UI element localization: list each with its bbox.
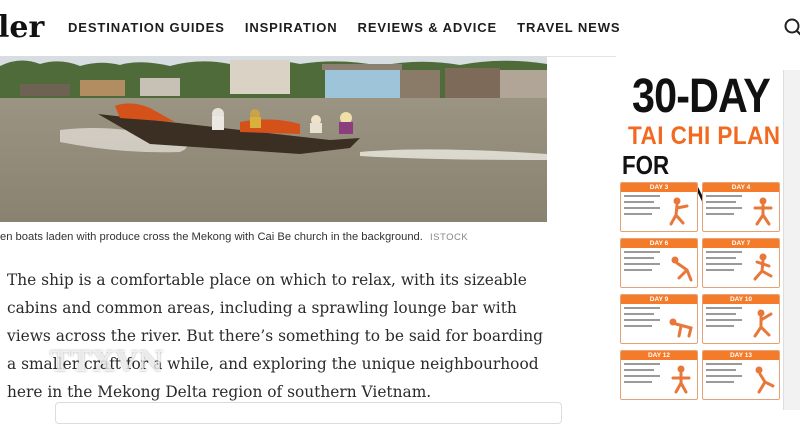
exercise-figure-icon: [669, 197, 689, 226]
photo-credit: ISTOCK: [430, 232, 469, 243]
nav-reviews-advice[interactable]: REVIEWS & ADVICE: [358, 20, 498, 35]
exercise-figure-icon: [669, 318, 693, 338]
nav-destination-guides[interactable]: DESTINATION GUIDES: [68, 20, 225, 35]
nav-inspiration[interactable]: INSPIRATION: [245, 20, 338, 35]
day-label: DAY 12: [621, 351, 697, 360]
article-photo: [0, 56, 547, 222]
day-card[interactable]: DAY 9: [620, 294, 698, 344]
photo-caption: en boats laden with produce cross the Me…: [0, 231, 540, 243]
site-header: ler DESTINATION GUIDES INSPIRATION REVIE…: [0, 0, 800, 57]
main-nav: DESTINATION GUIDES INSPIRATION REVIEWS &…: [68, 20, 640, 35]
day-card[interactable]: DAY 7: [702, 238, 780, 288]
ad-title-line2[interactable]: TAI CHI PLAN: [628, 122, 780, 151]
day-label: DAY 4: [703, 183, 779, 192]
search-icon[interactable]: [783, 17, 800, 39]
embedded-card: [55, 402, 562, 424]
nav-travel-news[interactable]: TRAVEL NEWS: [517, 20, 620, 35]
day-card[interactable]: DAY 4: [702, 182, 780, 232]
day-label: DAY 3: [621, 183, 697, 192]
exercise-figure-icon: [753, 253, 773, 281]
ad-title-line1[interactable]: 30-DAY: [632, 72, 771, 122]
adjacent-ad-strip: [783, 70, 800, 410]
day-card[interactable]: DAY 12: [620, 350, 698, 400]
caption-text: en boats laden with produce cross the Me…: [0, 231, 423, 243]
site-logo[interactable]: ler: [0, 10, 44, 45]
exercise-figure-icon: [671, 256, 693, 282]
day-card[interactable]: DAY 6: [620, 238, 698, 288]
day-label: DAY 6: [621, 239, 697, 248]
ad-day-grid: DAY 3 DAY 4 DAY 6 DAY 7 DAY 9 DAY 10 DAY…: [620, 182, 785, 400]
day-label: DAY 13: [703, 351, 779, 360]
day-card[interactable]: DAY 10: [702, 294, 780, 344]
watermark: TTXVN: [50, 345, 165, 378]
exercise-figure-icon: [753, 197, 773, 226]
day-card[interactable]: DAY 13: [702, 350, 780, 400]
day-card[interactable]: DAY 3: [620, 182, 698, 232]
exercise-figure-icon: [753, 309, 773, 338]
day-label: DAY 7: [703, 239, 779, 248]
exercise-figure-icon: [755, 366, 775, 394]
article-paragraph: The ship is a comfortable place on which…: [7, 271, 543, 401]
day-label: DAY 10: [703, 295, 779, 304]
exercise-figure-icon: [671, 365, 691, 394]
day-label: DAY 9: [621, 295, 697, 304]
